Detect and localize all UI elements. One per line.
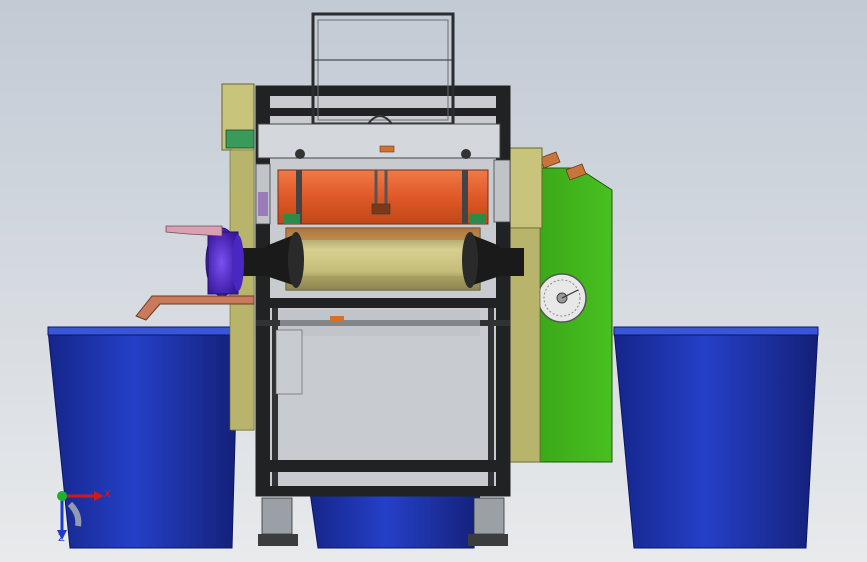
dial-gauge-icon[interactable]	[537, 273, 587, 323]
cad-viewport[interactable]: X Z	[0, 0, 867, 562]
drive-motor[interactable]	[205, 227, 244, 297]
left-leveling-foot[interactable]	[258, 497, 298, 546]
main-roller[interactable]	[285, 227, 481, 291]
right-collection-bin[interactable]	[613, 326, 819, 549]
right-leveling-foot[interactable]	[468, 497, 508, 546]
z-axis-label: Z	[58, 533, 65, 544]
x-axis-label: X	[104, 489, 111, 500]
left-piston[interactable]	[255, 163, 271, 225]
cad-model-scene[interactable]: X Z	[0, 0, 867, 562]
right-side-plate[interactable]	[507, 147, 543, 463]
right-piston[interactable]	[493, 159, 511, 223]
center-collection-bin[interactable]	[309, 491, 481, 549]
heater-chamber[interactable]	[277, 169, 489, 225]
